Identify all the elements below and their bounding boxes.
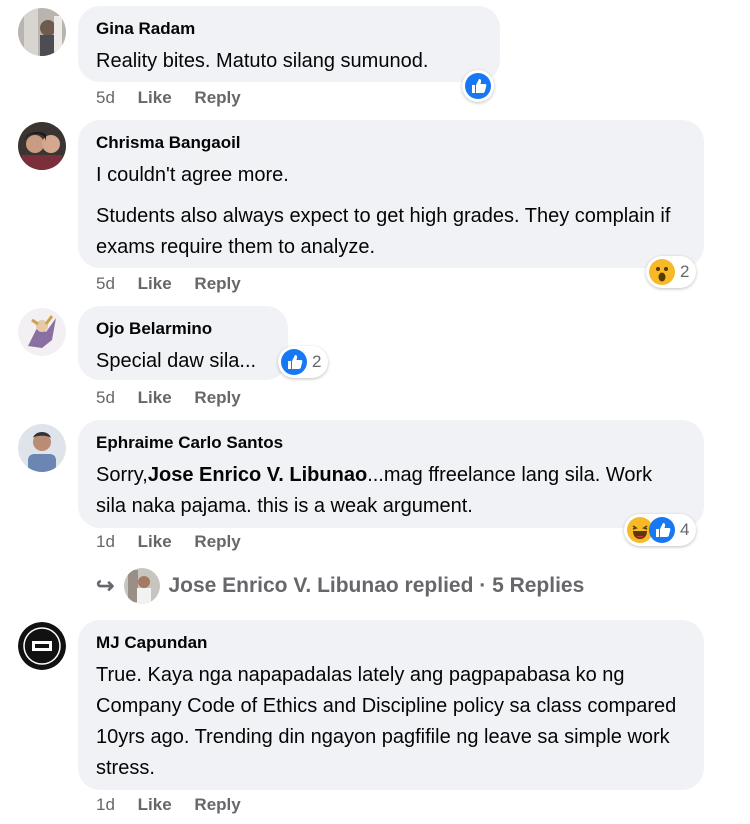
avatar-gina-radam[interactable] (18, 8, 66, 56)
comment-actions: 1d Like Reply (96, 532, 259, 552)
like-reaction-icon (649, 517, 675, 543)
comment-bubble: Chrisma Bangaoil I couldn't agree more. … (78, 120, 704, 268)
avatar-ojo-belarmino[interactable] (18, 308, 66, 356)
comment-actions: 5d Like Reply (96, 388, 259, 408)
view-replies-link[interactable]: ↪ Jose Enrico V. Libunao replied · 5 Rep… (96, 568, 584, 604)
comment-text: Reality bites. Matuto silang sumunod. (96, 50, 429, 72)
comment-bubble: MJ Capundan True. Kaya nga napapadalas l… (78, 620, 704, 790)
mention-link[interactable]: Jose Enrico V. Libunao (148, 464, 367, 486)
comment-bubble: Ephraime Carlo Santos Sorry,Jose Enrico … (78, 420, 704, 528)
like-button[interactable]: Like (138, 88, 172, 107)
comment-bubble: Ojo Belarmino Special daw sila... (78, 306, 288, 380)
comment-actions: 1d Like Reply (96, 795, 259, 815)
avatar-chrisma-bangaoil[interactable] (18, 122, 66, 170)
reply-button[interactable]: Reply (194, 532, 240, 551)
like-reaction-icon (281, 349, 307, 375)
like-button[interactable]: Like (138, 795, 172, 814)
like-button[interactable]: Like (138, 388, 172, 407)
reaction-count: 2 (312, 352, 322, 371)
comment-time[interactable]: 1d (96, 532, 115, 551)
comment-time[interactable]: 5d (96, 88, 115, 107)
comment-time[interactable]: 1d (96, 795, 115, 814)
comment-text: Sorry,Jose Enrico V. Libunao...mag ffree… (96, 460, 686, 522)
avatar-mj-capundan[interactable] (18, 622, 66, 670)
comment-text: I couldn't agree more. (96, 164, 289, 186)
comment-actions: 5d Like Reply (96, 88, 259, 108)
comment-text: True. Kaya nga napapadalas lately ang pa… (96, 664, 677, 779)
reaction-badge[interactable] (462, 70, 494, 102)
reaction-count: 4 (680, 520, 690, 539)
comment-author[interactable]: Chrisma Bangaoil (96, 132, 686, 154)
like-reaction-icon (465, 73, 491, 99)
reply-button[interactable]: Reply (194, 274, 240, 293)
comment-author[interactable]: MJ Capundan (96, 632, 686, 654)
comment-bubble: Gina Radam Reality bites. Matuto silang … (78, 6, 500, 82)
reaction-badge[interactable]: 4 (624, 514, 697, 546)
avatar-jose-enrico-libunao (124, 568, 161, 604)
comment-time[interactable]: 5d (96, 274, 115, 293)
reaction-badge[interactable]: 2 (278, 346, 329, 378)
comment-text: Special daw sila... (96, 350, 257, 372)
comment-author[interactable]: Gina Radam (96, 18, 482, 40)
comment-text-prefix: Sorry, (96, 464, 148, 486)
reply-button[interactable]: Reply (194, 388, 240, 407)
like-button[interactable]: Like (138, 274, 172, 293)
comment-time[interactable]: 5d (96, 388, 115, 407)
avatar-ephraime-carlo-santos[interactable] (18, 424, 66, 472)
like-button[interactable]: Like (138, 532, 172, 551)
reaction-count: 2 (680, 262, 690, 281)
comment-author[interactable]: Ojo Belarmino (96, 318, 270, 340)
reaction-badge[interactable]: 2 (646, 256, 697, 288)
reply-arrow-icon: ↪ (96, 573, 115, 598)
wow-reaction-icon (649, 259, 675, 285)
reply-button[interactable]: Reply (194, 88, 240, 107)
comment-author[interactable]: Ephraime Carlo Santos (96, 432, 686, 454)
replies-summary[interactable]: Jose Enrico V. Libunao replied · 5 Repli… (168, 574, 584, 598)
comment-text: Students also always expect to get high … (96, 205, 671, 258)
reply-button[interactable]: Reply (194, 795, 240, 814)
comment-actions: 5d Like Reply (96, 274, 259, 294)
